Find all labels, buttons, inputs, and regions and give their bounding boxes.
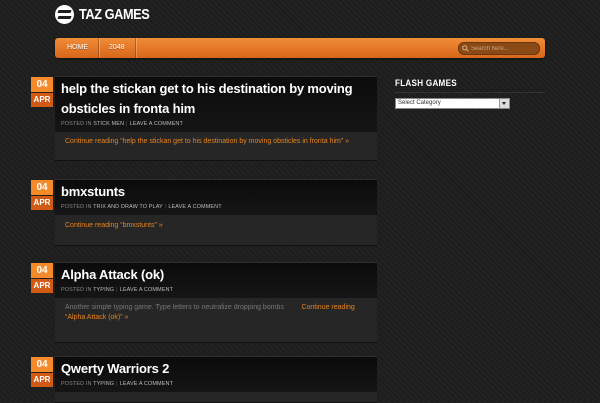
post-header: 04 APR Qwerty Warriors 2 POSTED IN TYPIN… bbox=[31, 356, 377, 392]
search-box bbox=[458, 42, 540, 55]
post-excerpt: Continue reading “help the stickan get t… bbox=[55, 132, 377, 161]
post-excerpt bbox=[55, 392, 377, 403]
category-link[interactable]: TYPING bbox=[93, 287, 114, 293]
logo-icon bbox=[55, 4, 74, 24]
post-date: 04 APR bbox=[31, 180, 53, 210]
post-title[interactable]: help the stickan get to his destination … bbox=[55, 77, 377, 119]
category-link[interactable]: STICK MEN bbox=[93, 121, 124, 127]
category-select-value: Select Category bbox=[398, 100, 441, 106]
date-month: APR bbox=[31, 93, 53, 107]
main-nav: HOME 2048 bbox=[55, 38, 545, 58]
post-header: 04 APR bmxstunts POSTED IN TRIX AND DRAW… bbox=[31, 179, 377, 215]
sidebar-widget-title: FLASH GAMES bbox=[395, 78, 457, 88]
post-date: 04 APR bbox=[31, 357, 53, 387]
post-article: 04 APR help the stickan get to his desti… bbox=[31, 76, 377, 161]
posted-in-label: POSTED IN bbox=[61, 287, 92, 293]
post-article: 04 APR Alpha Attack (ok) POSTED IN TYPIN… bbox=[31, 262, 377, 343]
date-month: APR bbox=[31, 196, 53, 210]
sidebar-divider bbox=[395, 92, 545, 93]
posted-in-label: POSTED IN bbox=[61, 381, 92, 387]
category-link[interactable]: TRIX AND DRAW TO PLAY bbox=[93, 204, 163, 210]
post-excerpt-text: Another simple typing game. Type letters… bbox=[65, 304, 284, 311]
site-logo[interactable]: TAZ GAMES bbox=[55, 3, 162, 25]
post-date: 04 APR bbox=[31, 77, 53, 107]
category-link[interactable]: TYPING bbox=[93, 381, 114, 387]
nav-divider bbox=[98, 38, 99, 58]
post-header: 04 APR Alpha Attack (ok) POSTED IN TYPIN… bbox=[31, 262, 377, 298]
post-header: 04 APR help the stickan get to his desti… bbox=[31, 76, 377, 132]
post-meta: POSTED IN TYPING | LEAVE A COMMENT bbox=[61, 381, 174, 387]
search-input[interactable] bbox=[469, 45, 535, 52]
leave-comment-link[interactable]: LEAVE A COMMENT bbox=[130, 121, 183, 127]
leave-comment-link[interactable]: LEAVE A COMMENT bbox=[120, 381, 173, 387]
post-excerpt: Another simple typing game. Type letters… bbox=[55, 298, 377, 343]
date-day: 04 bbox=[31, 357, 53, 372]
category-select[interactable]: Select Category bbox=[395, 98, 510, 109]
posted-in-label: POSTED IN bbox=[61, 204, 92, 210]
chevron-down-icon[interactable] bbox=[499, 99, 509, 108]
date-day: 04 bbox=[31, 263, 53, 278]
post-meta: POSTED IN STICK MEN | LEAVE A COMMENT bbox=[61, 121, 183, 127]
post-title[interactable]: Alpha Attack (ok) bbox=[55, 263, 377, 285]
continue-reading-link[interactable]: Continue reading “bmxstunts” » bbox=[65, 222, 163, 229]
nav-divider bbox=[135, 38, 136, 58]
posted-in-label: POSTED IN bbox=[61, 121, 92, 127]
post-title[interactable]: Qwerty Warriors 2 bbox=[55, 357, 377, 379]
nav-item-2048[interactable]: 2048 bbox=[109, 38, 125, 58]
date-month: APR bbox=[31, 373, 53, 387]
leave-comment-link[interactable]: LEAVE A COMMENT bbox=[168, 204, 221, 210]
post-article: 04 APR Qwerty Warriors 2 POSTED IN TYPIN… bbox=[31, 356, 377, 403]
search-icon[interactable] bbox=[462, 45, 469, 52]
nav-item-home[interactable]: HOME bbox=[67, 38, 88, 58]
continue-reading-link[interactable]: Continue reading “help the stickan get t… bbox=[65, 138, 349, 145]
post-excerpt: Continue reading “bmxstunts” » bbox=[55, 215, 377, 246]
post-date: 04 APR bbox=[31, 263, 53, 293]
post-title[interactable]: bmxstunts bbox=[55, 180, 377, 202]
site-title: TAZ GAMES bbox=[79, 5, 150, 23]
post-meta: POSTED IN TYPING | LEAVE A COMMENT bbox=[61, 287, 174, 293]
date-day: 04 bbox=[31, 180, 53, 195]
leave-comment-link[interactable]: LEAVE A COMMENT bbox=[120, 287, 173, 293]
date-month: APR bbox=[31, 279, 53, 293]
date-day: 04 bbox=[31, 77, 53, 92]
post-article: 04 APR bmxstunts POSTED IN TRIX AND DRAW… bbox=[31, 179, 377, 246]
post-meta: POSTED IN TRIX AND DRAW TO PLAY | LEAVE A … bbox=[61, 204, 222, 210]
